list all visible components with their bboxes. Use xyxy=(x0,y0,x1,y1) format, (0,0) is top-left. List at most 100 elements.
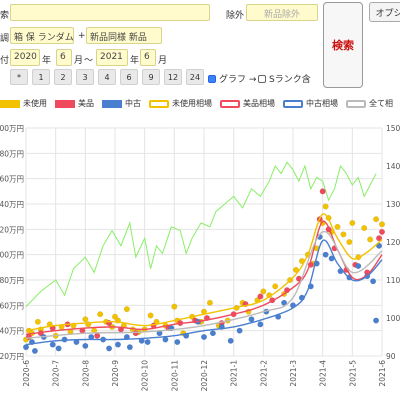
graph-toggle[interactable]: グラフ → xyxy=(208,72,256,85)
y-tick-label: 80万円 xyxy=(0,149,24,158)
to-year-select[interactable]: 2021 xyxy=(96,49,128,66)
legend-item[interactable]: 中古 xyxy=(102,98,141,109)
legend-label: 中古相場 xyxy=(306,99,338,108)
from-year-unit: 年 xyxy=(42,56,52,66)
data-point xyxy=(373,216,380,223)
legend-item[interactable]: 未使用相場 xyxy=(149,98,212,109)
to-month-unit: 月 xyxy=(158,56,168,66)
legend-swatch xyxy=(283,99,303,108)
legend-swatch xyxy=(149,99,169,108)
period-chip[interactable]: 3 xyxy=(76,69,94,85)
y-right-tick-label: 120 xyxy=(386,238,400,247)
y-tick-label: 60万円 xyxy=(0,301,24,310)
x-tick-label: 2020-10 xyxy=(141,360,150,392)
legend-item[interactable]: 全て相 xyxy=(346,98,393,109)
data-point xyxy=(94,332,101,339)
period-chip[interactable]: 12 xyxy=(164,69,182,85)
period-chip[interactable]: 6 xyxy=(120,69,138,85)
x-tick-label: 2021-5 xyxy=(348,360,357,387)
period-chip[interactable]: 4 xyxy=(98,69,116,85)
y-tick-label: 20万円 xyxy=(0,352,24,361)
from-month-select[interactable]: 6 xyxy=(56,49,72,66)
data-point xyxy=(132,330,139,337)
legend-item[interactable]: 未使用 xyxy=(0,98,47,109)
legend-item[interactable]: 美品相場 xyxy=(220,98,275,109)
legend-item[interactable]: 美品 xyxy=(55,98,94,109)
date-label: 付 xyxy=(0,56,10,66)
data-point xyxy=(126,344,133,351)
brand-select[interactable]: 箱 保 ランダム xyxy=(10,27,74,44)
srank-toggle[interactable]: Sランク含 xyxy=(258,72,311,85)
price-chart: 00万円 80万円 60万円 40万円 20万円 00万円 80万円 60万円 40万円 20万円… xyxy=(0,124,400,392)
x-tick-label: 2020-9 xyxy=(111,360,120,387)
y-right-tick-label: 130 xyxy=(386,200,400,209)
y-right-tick-label: 100 xyxy=(386,314,400,323)
data-point xyxy=(346,238,353,245)
x-tick-label: 2020-11 xyxy=(170,360,179,392)
option-button[interactable]: オプシ xyxy=(369,2,400,22)
x-tick-label: 2021-2 xyxy=(259,360,268,387)
data-point xyxy=(123,306,130,313)
x-tick-label: 2021-4 xyxy=(319,360,328,387)
keyword-input[interactable] xyxy=(10,4,210,21)
index-line xyxy=(25,161,377,307)
period-chip[interactable]: 2 xyxy=(54,69,72,85)
data-point xyxy=(373,317,380,324)
legend-item[interactable]: 中古相場 xyxy=(283,98,338,109)
data-point xyxy=(322,203,329,210)
x-tick-label: 2021-1 xyxy=(230,360,239,387)
graph-checkbox[interactable] xyxy=(208,74,216,83)
x-tick-label: 2020-8 xyxy=(81,360,90,387)
data-point xyxy=(31,347,38,354)
data-point xyxy=(114,341,121,348)
legend-swatch xyxy=(220,99,240,108)
data-point xyxy=(82,342,89,349)
graph-label: グラフ → xyxy=(219,75,257,85)
y-right-tick-label: 90 xyxy=(386,352,396,361)
data-point xyxy=(23,344,30,351)
data-point xyxy=(49,341,56,348)
search-button[interactable]: 検索 xyxy=(323,2,363,88)
data-point xyxy=(334,223,341,230)
to-month-select[interactable]: 6 xyxy=(140,49,156,66)
y-tick-label: 00万円 xyxy=(0,251,24,260)
from-month-unit: 月 xyxy=(74,56,84,66)
legend-label: 中古 xyxy=(125,99,141,108)
data-point xyxy=(200,333,207,340)
legend-label: 未使用 xyxy=(23,99,47,108)
period-chip[interactable]: 1 xyxy=(32,69,50,85)
y-tick-label: 80万円 xyxy=(0,276,24,285)
type-select[interactable]: 新品同様 新品 xyxy=(86,27,162,44)
x-tick-label: 2020-7 xyxy=(52,360,61,387)
data-point xyxy=(355,263,362,270)
y-right-tick-label: 150 xyxy=(386,124,400,133)
exclude-label: 除外 xyxy=(226,11,245,21)
data-point xyxy=(379,221,386,228)
y-tick-label: 60万円 xyxy=(0,175,24,184)
data-point xyxy=(248,316,255,323)
data-point xyxy=(144,339,151,346)
period-chip[interactable]: * xyxy=(10,69,28,85)
data-point xyxy=(106,345,113,352)
to-year-unit: 年 xyxy=(130,56,140,66)
data-point xyxy=(370,278,377,285)
data-point xyxy=(260,288,267,295)
y-right-tick-label: 110 xyxy=(386,276,400,285)
legend-label: 美品 xyxy=(78,99,94,108)
data-point xyxy=(340,231,347,238)
legend-label: 美品相場 xyxy=(243,99,275,108)
data-point xyxy=(171,303,178,310)
x-tick-label: 2021-6 xyxy=(378,360,387,387)
period-chip[interactable]: 9 xyxy=(142,69,160,85)
from-year-select[interactable]: 2020 xyxy=(10,49,40,66)
data-point xyxy=(147,312,154,319)
y-tick-label: 40万円 xyxy=(0,200,24,209)
data-point xyxy=(272,283,279,290)
legend-swatch xyxy=(0,99,20,108)
data-point xyxy=(162,336,169,343)
y-tick-label: 40万円 xyxy=(0,327,24,336)
period-chip[interactable]: 24 xyxy=(186,69,204,85)
srank-checkbox[interactable] xyxy=(258,74,266,83)
tilde: ～ xyxy=(84,56,94,66)
exclude-input[interactable]: 新品除外 xyxy=(246,4,318,21)
